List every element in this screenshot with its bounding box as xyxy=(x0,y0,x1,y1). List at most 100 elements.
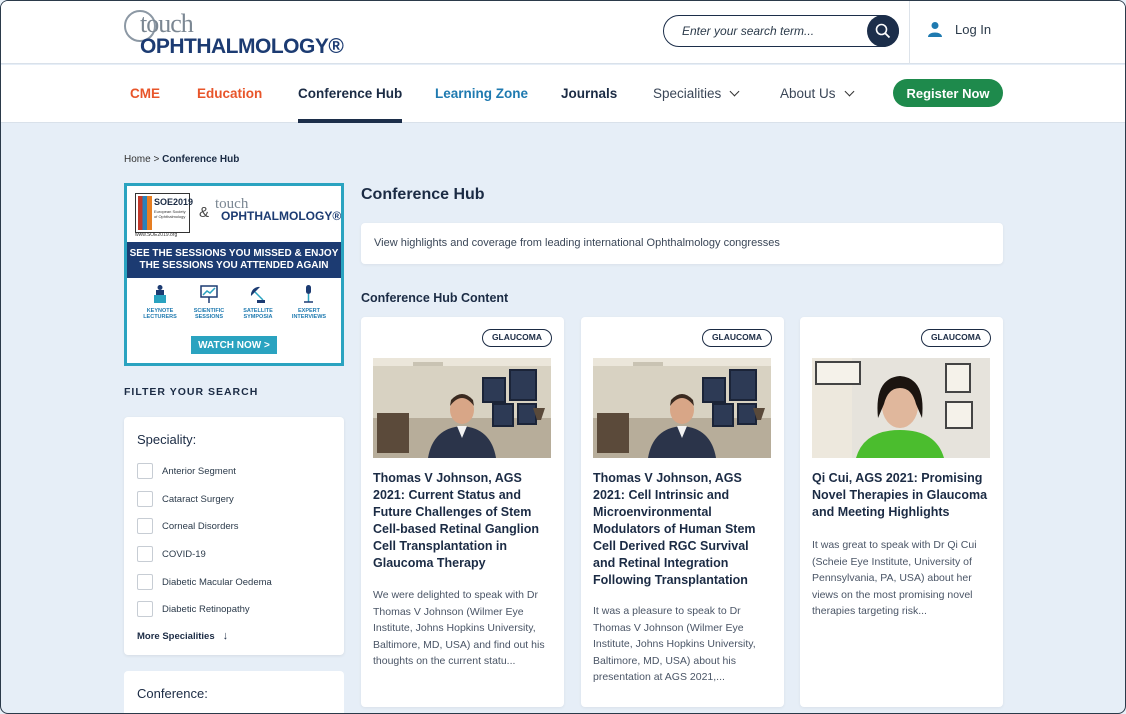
conference-heading: Conference: xyxy=(137,686,208,701)
checkbox[interactable] xyxy=(137,518,153,534)
nav-label: Education xyxy=(197,86,263,101)
speciality-heading: Speciality: xyxy=(137,432,197,447)
nav-label: Specialities xyxy=(653,86,722,101)
soe-url: www.SOE2019.org xyxy=(135,232,178,238)
page-title: Conference Hub xyxy=(361,186,485,203)
podium-icon xyxy=(150,284,170,304)
speciality-option[interactable]: COVID-19 xyxy=(137,546,206,562)
nav-label: CME xyxy=(130,86,160,101)
nav-item-learning-zone[interactable]: Learning Zone xyxy=(435,86,528,101)
chevron-down-icon xyxy=(729,86,740,97)
banner-touch-logo: touch OPHTHALMOLOGY® xyxy=(215,196,341,223)
soe-banner-ad[interactable]: SOE2019 European Society of Ophthalmolog… xyxy=(124,183,344,366)
user-icon xyxy=(928,22,942,37)
site-logo[interactable]: touch OPHTHALMOLOGY® xyxy=(124,9,354,58)
soe-logo: SOE2019 European Society of Ophthalmolog… xyxy=(135,193,194,233)
banner-icon-label: EXPERT INTERVIEWS xyxy=(291,308,327,320)
speciality-option[interactable]: Anterior Segment xyxy=(137,463,236,479)
banner-icon-label: SATELLITE SYMPOSIA xyxy=(243,308,273,320)
search-bar xyxy=(663,15,899,47)
speciality-option[interactable]: Diabetic Retinopathy xyxy=(137,601,250,617)
nav-item-education[interactable]: Education xyxy=(197,86,262,101)
arrow-down-icon: ↓ xyxy=(222,630,229,642)
speciality-option[interactable]: Cataract Surgery xyxy=(137,491,234,507)
checkbox[interactable] xyxy=(137,491,153,507)
breadcrumb-home[interactable]: Home xyxy=(124,154,151,165)
content-card[interactable]: GLAUCOMA Thomas V Johnson, AGS 2021: Cur… xyxy=(361,317,564,707)
category-tag[interactable]: GLAUCOMA xyxy=(920,329,991,347)
nav-label: Conference Hub xyxy=(298,86,403,101)
more-specialities-link[interactable]: More Specialities ↓ xyxy=(137,630,228,642)
presentation-icon xyxy=(199,284,219,304)
speciality-label: Diabetic Retinopathy xyxy=(162,603,250,615)
card-title[interactable]: Thomas V Johnson, AGS 2021: Cell Intrins… xyxy=(593,470,773,589)
register-button[interactable]: Register Now xyxy=(893,79,1003,107)
speciality-option[interactable]: Corneal Disorders xyxy=(137,518,239,534)
banner-icon-item: SCIENTIFIC SESSIONS xyxy=(184,284,234,320)
soe-stripes xyxy=(138,196,152,230)
card-description: We were delighted to speak with Dr Thoma… xyxy=(373,589,545,667)
breadcrumb: Home > Conference Hub xyxy=(124,154,239,165)
nav-item-conference-hub[interactable]: Conference Hub xyxy=(298,86,403,123)
search-button[interactable] xyxy=(867,15,899,47)
card-title[interactable]: Thomas V Johnson, AGS 2021: Current Stat… xyxy=(373,470,553,572)
breadcrumb-current: Conference Hub xyxy=(162,154,240,165)
watch-now-button[interactable]: WATCH NOW > xyxy=(191,336,277,354)
banner-icons: KEYNOTE LECTURERS SCIENTIFIC SESSIONS SA… xyxy=(127,278,341,328)
banner-icon-label: SCIENTIFIC SESSIONS xyxy=(193,308,225,320)
intro-box: View highlights and coverage from leadin… xyxy=(361,223,1003,264)
nav-item-about-us[interactable]: About Us xyxy=(780,86,854,101)
banner-top: SOE2019 European Society of Ophthalmolog… xyxy=(127,186,341,242)
nav-item-specialities[interactable]: Specialities xyxy=(653,86,740,101)
speciality-label: Cataract Surgery xyxy=(162,493,234,505)
conference-filter: Conference: xyxy=(124,671,344,713)
login-label: Log In xyxy=(955,21,992,37)
nav-item-cme[interactable]: CME xyxy=(130,86,160,101)
satellite-icon xyxy=(248,284,268,304)
checkbox[interactable] xyxy=(137,574,153,590)
nav-item-journals[interactable]: Journals xyxy=(561,86,617,101)
banner-icon-item: EXPERT INTERVIEWS xyxy=(284,284,334,320)
card-title[interactable]: Qi Cui, AGS 2021: Promising Novel Therap… xyxy=(812,470,992,521)
category-tag[interactable]: GLAUCOMA xyxy=(481,329,552,347)
chevron-down-icon xyxy=(844,86,854,97)
more-specialities-label: More Specialities xyxy=(137,631,215,642)
speciality-option[interactable]: Diabetic Macular Oedema xyxy=(137,574,272,590)
banner-icon-label: KEYNOTE LECTURERS xyxy=(143,308,177,320)
checkbox[interactable] xyxy=(137,546,153,562)
soe-subtitle: European Society of Ophthalmology xyxy=(154,209,186,219)
video-thumbnail[interactable] xyxy=(812,358,990,458)
search-icon xyxy=(875,23,891,39)
main-nav: CME Education Conference Hub Learning Zo… xyxy=(1,65,1125,123)
card-description: It was a pleasure to speak to Dr Thomas … xyxy=(593,605,756,683)
search-input[interactable] xyxy=(682,22,862,40)
banner-headline: SEE THE SESSIONS YOU MISSED & ENJOY THE … xyxy=(127,242,341,278)
video-thumbnail[interactable] xyxy=(593,358,771,458)
nav-label: Journals xyxy=(561,86,618,101)
banner-logo-ophth: OPHTHALMOLOGY® xyxy=(221,209,342,223)
card-description: It was great to speak with Dr Qi Cui (Sc… xyxy=(812,539,977,617)
speciality-label: Diabetic Macular Oedema xyxy=(162,576,272,588)
header-divider xyxy=(909,1,910,64)
login-link[interactable]: Log In xyxy=(927,21,991,37)
checkbox[interactable] xyxy=(137,463,153,479)
banner-icon-item: KEYNOTE LECTURERS xyxy=(135,284,185,320)
category-tag[interactable]: GLAUCOMA xyxy=(701,329,772,347)
nav-label: About Us xyxy=(780,86,836,101)
banner-icon-item: SATELLITE SYMPOSIA xyxy=(233,284,283,320)
speciality-label: Anterior Segment xyxy=(162,465,236,477)
microphone-icon xyxy=(299,284,319,304)
filter-title: FILTER YOUR SEARCH xyxy=(124,386,259,398)
soe-title: SOE2019 xyxy=(154,197,194,207)
checkbox[interactable] xyxy=(137,601,153,617)
logo-ophthalmology-text: OPHTHALMOLOGY® xyxy=(140,35,344,58)
browser-page: touch OPHTHALMOLOGY® Log In CME Educatio… xyxy=(0,0,1126,714)
video-thumbnail[interactable] xyxy=(373,358,551,458)
site-header: touch OPHTHALMOLOGY® Log In xyxy=(1,1,1125,64)
section-title: Conference Hub Content xyxy=(361,291,509,305)
ampersand: & xyxy=(199,204,210,221)
breadcrumb-separator: > xyxy=(153,154,160,165)
speciality-label: Corneal Disorders xyxy=(162,520,239,532)
content-card[interactable]: GLAUCOMA Qi Cui, AGS 2021: Promising Nov… xyxy=(800,317,1003,707)
content-card[interactable]: GLAUCOMA Thomas V Johnson, AGS 2021: Cel… xyxy=(581,317,784,707)
